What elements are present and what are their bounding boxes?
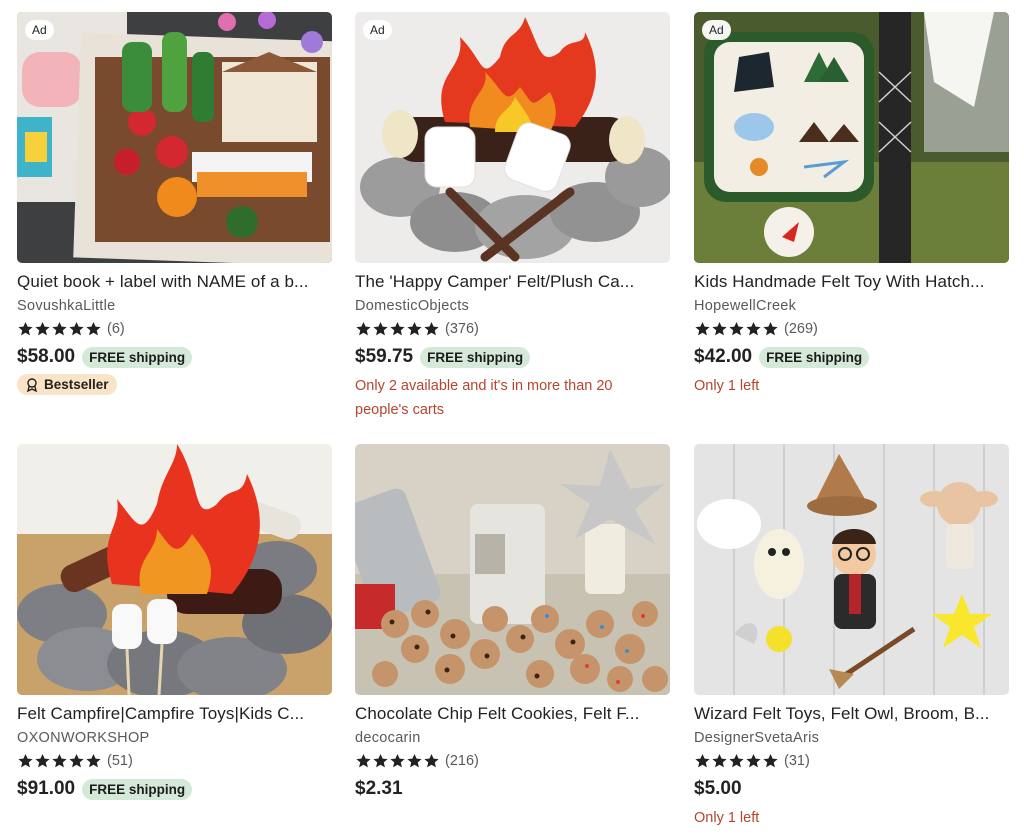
quiet-book-image [17, 12, 332, 263]
star-icon [762, 321, 779, 337]
listing-card[interactable]: Wizard Felt Toys, Felt Owl, Broom, B... … [694, 444, 1009, 830]
listing-card[interactable]: Chocolate Chip Felt Cookies, Felt F... d… [355, 444, 670, 800]
star-icon [372, 753, 389, 769]
campfire-logs-image [17, 444, 332, 695]
star-icon [423, 321, 440, 337]
star-icon [728, 321, 745, 337]
star-icon [745, 321, 762, 337]
shop-name[interactable]: SovushkaLittle [17, 298, 332, 315]
rating: (216) [355, 753, 670, 769]
review-count: (31) [784, 753, 810, 769]
listing-image[interactable] [694, 444, 1009, 695]
star-icon [711, 321, 728, 337]
star-icon [85, 321, 102, 337]
star-icon [51, 321, 68, 337]
stock-urgency-note: Only 2 available and it's in more than 2… [355, 378, 613, 418]
ad-badge: Ad [363, 20, 392, 40]
shop-name[interactable]: DomesticObjects [355, 298, 670, 315]
star-icon [389, 753, 406, 769]
star-rating [17, 321, 102, 337]
star-icon [711, 753, 728, 769]
listing-card[interactable]: Ad The 'Happy Camper' Felt/Plush Ca... D… [355, 12, 670, 422]
listing-image[interactable] [355, 444, 670, 695]
listing-title[interactable]: Quiet book + label with NAME of a b... [17, 272, 332, 292]
star-rating [17, 753, 102, 769]
felt-cookies-image [355, 444, 670, 695]
listing-image[interactable] [17, 444, 332, 695]
star-icon [762, 753, 779, 769]
star-icon [406, 753, 423, 769]
star-icon [34, 321, 51, 337]
star-icon [694, 753, 711, 769]
listing-card[interactable]: Ad Kids Handmade Felt Toy With Hatch... … [694, 12, 1009, 398]
shop-name[interactable]: decocarin [355, 730, 670, 747]
listing-image[interactable]: Ad [355, 12, 670, 263]
star-icon [355, 753, 372, 769]
free-shipping-badge: FREE shipping [82, 778, 193, 800]
star-rating [694, 753, 779, 769]
star-rating [355, 753, 440, 769]
star-icon [745, 753, 762, 769]
star-icon [728, 753, 745, 769]
rating: (376) [355, 321, 670, 337]
shop-name[interactable]: OXONWORKSHOP [17, 730, 332, 747]
price: $42.00 [694, 346, 753, 367]
award-icon [27, 377, 37, 392]
star-icon [694, 321, 711, 337]
listing-card[interactable]: Felt Campfire|Campfire Toys|Kids C... OX… [17, 444, 332, 800]
star-icon [17, 753, 34, 769]
rating: (269) [694, 321, 1009, 337]
review-count: (376) [445, 321, 479, 337]
star-icon [355, 321, 372, 337]
free-shipping-badge: FREE shipping [759, 346, 870, 368]
free-shipping-badge: FREE shipping [82, 346, 193, 368]
price: $58.00 [17, 346, 76, 367]
review-count: (216) [445, 753, 479, 769]
star-icon [51, 753, 68, 769]
star-icon [85, 753, 102, 769]
bestseller-badge: Bestseller [17, 374, 117, 395]
listing-title[interactable]: Wizard Felt Toys, Felt Owl, Broom, B... [694, 704, 1009, 724]
listing-title[interactable]: Felt Campfire|Campfire Toys|Kids C... [17, 704, 332, 724]
listing-title[interactable]: The 'Happy Camper' Felt/Plush Ca... [355, 272, 670, 292]
star-icon [406, 321, 423, 337]
price: $2.31 [355, 778, 403, 799]
listing-image[interactable]: Ad [694, 12, 1009, 263]
star-icon [423, 753, 440, 769]
star-icon [68, 753, 85, 769]
rating: (6) [17, 321, 332, 337]
felt-map-image [694, 12, 1009, 263]
bestseller-label: Bestseller [44, 377, 109, 392]
shop-name[interactable]: DesignerSvetaAris [694, 730, 1009, 747]
review-count: (269) [784, 321, 818, 337]
star-rating [694, 321, 779, 337]
stock-urgency-note: Only 1 left [694, 810, 760, 826]
price: $5.00 [694, 778, 742, 799]
star-rating [355, 321, 440, 337]
star-icon [34, 753, 51, 769]
free-shipping-badge: FREE shipping [420, 346, 531, 368]
listing-image[interactable]: Ad [17, 12, 332, 263]
wizard-toys-image [694, 444, 1009, 695]
rating: (51) [17, 753, 332, 769]
listing-title[interactable]: Chocolate Chip Felt Cookies, Felt F... [355, 704, 670, 724]
star-icon [17, 321, 34, 337]
price: $91.00 [17, 778, 76, 799]
campfire-image [355, 12, 670, 263]
shop-name[interactable]: HopewellCreek [694, 298, 1009, 315]
stock-urgency-note: Only 1 left [694, 378, 760, 394]
rating: (31) [694, 753, 1009, 769]
star-icon [389, 321, 406, 337]
star-icon [372, 321, 389, 337]
ad-badge: Ad [25, 20, 54, 40]
star-icon [68, 321, 85, 337]
price: $59.75 [355, 346, 414, 367]
listing-card[interactable]: Ad Quiet book + label with NAME of a b..… [17, 12, 332, 397]
review-count: (6) [107, 321, 125, 337]
review-count: (51) [107, 753, 133, 769]
ad-badge: Ad [702, 20, 731, 40]
listing-title[interactable]: Kids Handmade Felt Toy With Hatch... [694, 272, 1009, 292]
